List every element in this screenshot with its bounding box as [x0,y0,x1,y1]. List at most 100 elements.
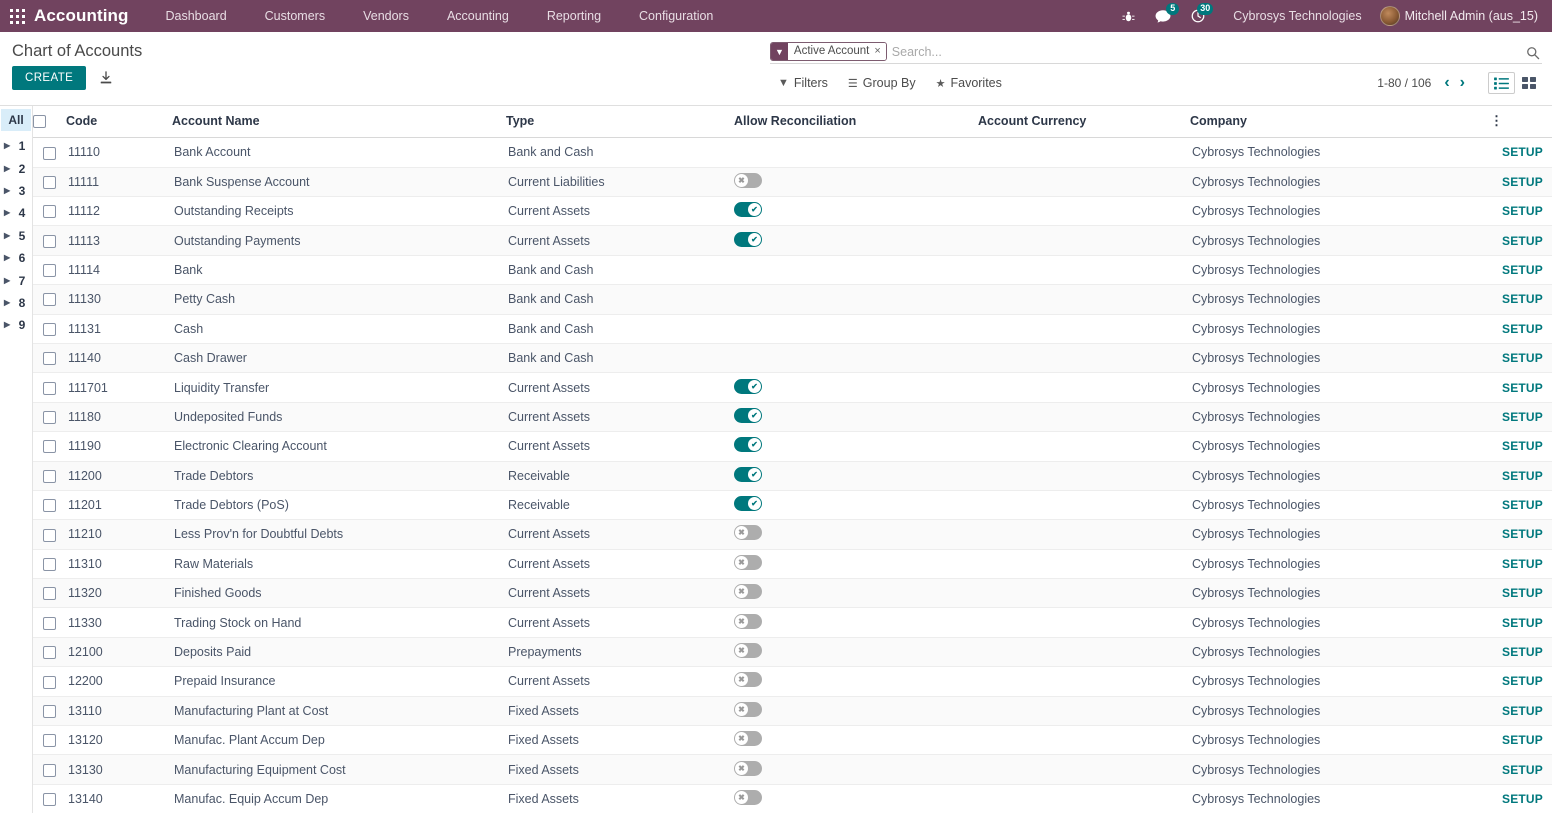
row-checkbox[interactable] [43,322,56,336]
table-row[interactable]: 11210 Less Prov'n for Doubtful Debts Curre… [33,519,1552,550]
sidebar-item-6[interactable]: ▶ 6 [0,247,32,269]
menu-item-dashboard[interactable]: Dashboard [147,0,246,32]
chevron-right-icon[interactable]: ▶ [4,164,15,173]
create-button[interactable]: CREATE [12,66,87,90]
filters-dropdown[interactable]: ▼ Filters [770,72,840,94]
column-header-company[interactable]: Company [1190,106,1490,139]
reconciliation-toggle-on[interactable]: ✔ [734,231,762,247]
setup-button[interactable]: SETUP [1490,439,1552,453]
setup-button[interactable]: SETUP [1490,292,1552,306]
chevron-left-icon[interactable]: ‹ [1439,75,1454,91]
app-brand-name[interactable]: Accounting [34,6,147,26]
reconciliation-toggle-on[interactable]: ✔ [734,496,762,512]
row-checkbox[interactable] [43,528,56,542]
setup-button[interactable]: SETUP [1490,469,1552,483]
setup-button[interactable]: SETUP [1490,351,1552,365]
apps-grid-icon[interactable] [0,0,34,32]
chevron-right-icon[interactable]: ▶ [4,321,15,329]
table-row[interactable]: 11200 Trade Debtors Receivable ✔ Cybrosys Te… [33,461,1552,491]
groupby-dropdown[interactable]: ☰ Group By [840,72,928,94]
row-checkbox[interactable] [43,352,56,366]
sidebar-item-2[interactable]: ▶ 2 [0,157,32,179]
reconciliation-toggle-off[interactable]: ✖ [734,760,762,776]
setup-button[interactable]: SETUP [1490,792,1552,806]
table-row[interactable]: 11320 Finished Goods Current Assets ✖ Cybros… [33,578,1552,609]
setup-button[interactable]: SETUP [1490,381,1552,395]
table-row[interactable]: 11310 Raw Materials Current Assets ✖ Cybrosy… [33,549,1552,580]
sidebar-item-7[interactable]: ▶ 7 [0,269,32,291]
reconciliation-toggle-off[interactable]: ✖ [734,554,762,570]
setup-button[interactable]: SETUP [1490,704,1552,718]
row-checkbox[interactable] [43,793,56,807]
table-row[interactable]: 12200 Prepaid Insurance Current Assets ✖ Cyb… [33,666,1552,697]
messages-icon[interactable]: 5 [1145,0,1181,32]
reconciliation-toggle-on[interactable]: ✔ [734,466,762,482]
menu-item-configuration[interactable]: Configuration [620,0,732,32]
setup-button[interactable]: SETUP [1490,145,1552,159]
import-download-icon[interactable] [99,71,113,85]
sidebar-item-4[interactable]: ▶ 4 [0,202,32,224]
row-checkbox[interactable] [43,411,56,425]
reconciliation-toggle-off[interactable]: ✖ [734,789,762,805]
vertical-dots-icon[interactable]: ⋮ [1490,113,1503,128]
row-checkbox[interactable] [43,146,56,160]
row-checkbox[interactable] [43,234,56,248]
chevron-right-icon[interactable]: ▶ [4,254,15,262]
close-icon[interactable]: × [874,43,886,60]
bug-icon[interactable] [1112,0,1145,32]
setup-button[interactable]: SETUP [1490,645,1552,659]
row-checkbox[interactable] [43,675,56,689]
table-row[interactable]: 11113 Outstanding Payments Current Assets ✔… [33,225,1552,256]
table-row[interactable]: 11180 Undeposited Funds Current Assets ✔ Cyb… [33,402,1552,433]
menu-item-accounting[interactable]: Accounting [428,0,528,32]
favorites-dropdown[interactable]: ★ Favorites [928,72,1014,94]
sidebar-item-all[interactable]: All [1,109,31,131]
table-row[interactable]: 11114 Bank Bank and Cash Cybrosys Technolog… [33,255,1552,286]
reconciliation-toggle-off[interactable]: ✖ [734,172,762,188]
setup-button[interactable]: SETUP [1490,410,1552,424]
sidebar-item-8[interactable]: ▶ 8 [0,292,32,314]
row-checkbox[interactable] [43,587,56,601]
select-all-checkbox[interactable] [33,115,46,129]
setup-button[interactable]: SETUP [1490,674,1552,688]
reconciliation-toggle-off[interactable]: ✖ [734,584,762,600]
table-row[interactable]: 11111 Bank Suspense Account Current Liabil… [33,167,1552,197]
search-facet-active-account[interactable]: ▼ Active Account × [770,42,887,61]
reconciliation-toggle-on[interactable]: ✔ [734,437,762,453]
row-checkbox[interactable] [43,734,56,748]
setup-button[interactable]: SETUP [1490,175,1552,189]
reconciliation-toggle-on[interactable]: ✔ [734,202,762,218]
table-row[interactable]: 11112 Outstanding Receipts Current Assets ✔… [33,196,1552,227]
reconciliation-toggle-off[interactable]: ✖ [734,525,762,541]
setup-button[interactable]: SETUP [1490,616,1552,630]
clock-icon[interactable]: 30 [1181,0,1215,32]
table-row[interactable]: 11190 Electronic Clearing Account Current … [33,431,1552,462]
chevron-right-icon[interactable]: ▶ [4,186,15,195]
setup-button[interactable]: SETUP [1490,234,1552,248]
row-checkbox[interactable] [43,264,56,278]
table-row[interactable]: 11140 Cash Drawer Bank and Cash Cybrosys Te… [33,343,1552,374]
reconciliation-toggle-off[interactable]: ✖ [734,613,762,629]
table-row[interactable]: 13120 Manufac. Plant Accum Dep Fixed Asset… [33,725,1552,756]
menu-item-vendors[interactable]: Vendors [344,0,428,32]
table-row[interactable]: 13130 Manufacturing Equipment Cost Fixed A… [33,754,1552,785]
row-checkbox[interactable] [43,440,56,454]
setup-button[interactable]: SETUP [1490,527,1552,541]
reconciliation-toggle-off[interactable]: ✖ [734,701,762,717]
reconciliation-toggle-off[interactable]: ✖ [734,731,762,747]
column-header-account-name[interactable]: Account Name [172,106,506,139]
setup-button[interactable]: SETUP [1490,204,1552,218]
company-switcher[interactable]: Cybrosys Technologies [1215,9,1379,23]
row-checkbox[interactable] [43,557,56,571]
kanban-view-icon[interactable] [1515,72,1542,94]
menu-item-customers[interactable]: Customers [246,0,344,32]
table-row[interactable]: 12100 Deposits Paid Prepayments ✖ Cybrosys T… [33,637,1552,668]
table-row[interactable]: 13110 Manufacturing Plant at Cost Fixed As… [33,696,1552,727]
row-checkbox[interactable] [43,499,56,513]
sidebar-item-3[interactable]: ▶ 3 [0,180,32,202]
chevron-right-icon[interactable]: ▶ [4,231,15,240]
chevron-right-icon[interactable]: ▶ [4,142,15,150]
reconciliation-toggle-on[interactable]: ✔ [734,407,762,423]
chevron-right-icon[interactable]: ▶ [4,276,15,285]
table-row[interactable]: 11330 Trading Stock on Hand Current Assets… [33,607,1552,638]
